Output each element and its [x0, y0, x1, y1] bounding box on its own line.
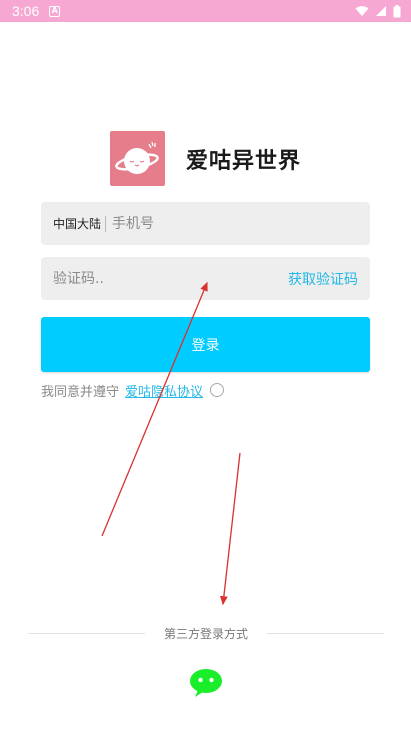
agreement-row: 我同意并遵守 爱咕隐私协议	[41, 380, 225, 400]
get-code-button[interactable]: 获取验证码	[288, 269, 358, 289]
phone-field[interactable]: 中国大陆	[41, 202, 370, 245]
wechat-icon	[190, 669, 222, 697]
cellular-signal-icon	[376, 6, 386, 16]
status-right	[355, 4, 401, 18]
region-selector[interactable]: 中国大陆	[53, 215, 107, 232]
agreement-prefix: 我同意并遵守	[41, 384, 120, 400]
verification-code-input[interactable]	[53, 270, 288, 287]
third-party-label: 第三方登录方式	[163, 626, 248, 641]
divider-left	[28, 632, 145, 634]
divider-right	[266, 632, 384, 634]
a-letter-icon: A	[49, 5, 61, 17]
planet-face-icon	[114, 141, 159, 174]
app-logo	[110, 131, 165, 186]
wechat-login-button[interactable]	[188, 667, 224, 699]
third-party-divider: 第三方登录方式	[28, 623, 384, 643]
agreement-radio[interactable]	[210, 383, 225, 397]
app-title: 爱咕异世界	[186, 149, 302, 174]
status-left: 3:06 A	[12, 3, 61, 19]
verification-code-field[interactable]: 获取验证码	[41, 257, 370, 300]
phone-input[interactable]	[112, 215, 370, 232]
wifi-icon	[355, 6, 369, 16]
annotation-arrow-down	[219, 452, 241, 606]
status-time: 3:06	[12, 3, 40, 19]
privacy-policy-link[interactable]: 爱咕隐私协议	[125, 381, 203, 400]
battery-icon	[393, 4, 401, 17]
login-button[interactable]: 登录	[41, 317, 370, 372]
status-bar: 3:06 A	[0, 0, 411, 22]
